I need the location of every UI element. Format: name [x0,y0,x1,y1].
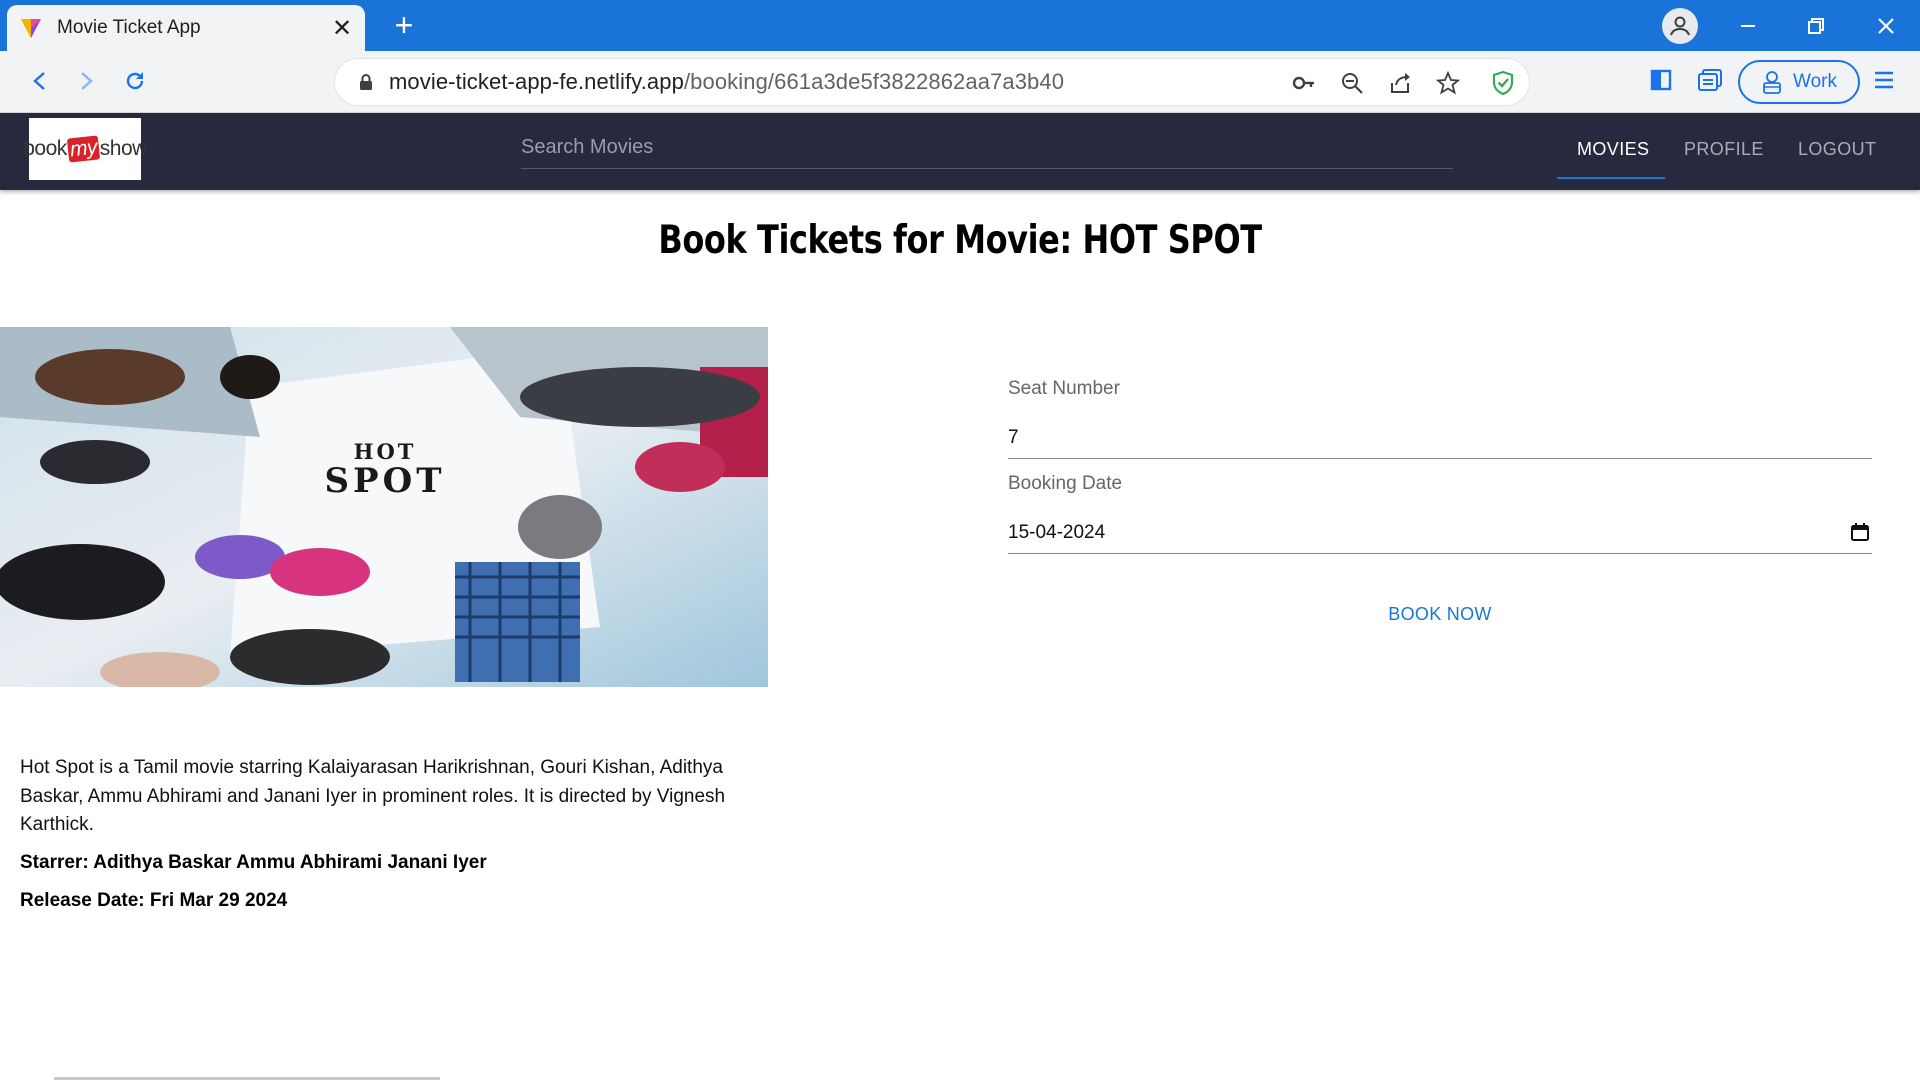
bookmark-star-icon[interactable] [1434,69,1462,97]
collections-icon[interactable] [1692,62,1728,98]
browser-tab[interactable]: Movie Ticket App ✕ [7,5,365,51]
key-icon[interactable] [1290,69,1318,97]
lock-icon [360,74,372,90]
active-nav-indicator [1557,177,1665,179]
shield-extension-icon[interactable] [1489,69,1517,97]
close-tab-icon[interactable]: ✕ [327,13,357,43]
work-profile-label: Work [1793,71,1837,92]
logo-text-my: my [66,135,100,163]
logo-text-show: show [99,137,148,160]
browser-menu-icon[interactable] [1866,62,1902,98]
page-title: Book Tickets for Movie: HOT SPOT [658,218,1262,263]
booking-date-input[interactable] [1008,521,1872,544]
tab-title: Movie Ticket App [57,17,201,38]
nav-movies[interactable]: MOVIES [1577,139,1649,160]
calendar-icon[interactable] [1850,522,1870,542]
work-profile-button[interactable]: Work [1738,60,1860,104]
booking-date-field [1008,512,1872,554]
browser-toolbar: movie-ticket-app-fe.netlify.app/booking/… [0,51,1920,113]
search-movies-input[interactable] [521,127,1453,168]
search-movies-field [521,127,1453,169]
seat-number-label: Seat Number [1008,378,1120,399]
browser-tab-strip: Movie Ticket App ✕ + [0,0,1920,51]
browser-profile-icon[interactable] [1662,8,1698,44]
booking-date-label: Booking Date [1008,473,1123,494]
book-now-button[interactable]: BOOK NOW [1370,598,1510,630]
app-favicon-icon [21,19,41,38]
new-tab-icon[interactable]: + [388,9,420,42]
minimize-icon[interactable] [1728,6,1768,46]
app-navbar: bookmyshow MOVIES PROFILE LOGOUT [0,113,1920,190]
nav-logout[interactable]: LOGOUT [1798,139,1876,160]
close-window-icon[interactable] [1866,6,1906,46]
movie-starrer: Starrer: Adithya Baskar Ammu Abhirami Ja… [20,852,487,873]
movie-release-date: Release Date: Fri Mar 29 2024 [20,890,288,911]
seat-number-input[interactable] [1008,426,1872,449]
forward-icon[interactable] [66,61,106,101]
logo-text-book: book [23,137,67,160]
movie-poster: HOT SPOT [0,327,768,687]
back-icon[interactable] [20,61,60,101]
sidebar-icon[interactable] [1643,62,1679,98]
movie-description: Hot Spot is a Tamil movie starring Kalai… [20,757,726,835]
restore-icon[interactable] [1796,6,1836,46]
bookmyshow-logo[interactable]: book my show [23,118,147,180]
reload-icon[interactable] [115,61,155,101]
seat-number-field [1008,417,1872,459]
zoom-out-icon[interactable] [1338,69,1366,97]
url-text: movie-ticket-app-fe.netlify.app/booking/… [389,69,1065,94]
poster-title-spot: SPOT [324,461,445,501]
briefcase-icon [1763,71,1781,94]
nav-profile[interactable]: PROFILE [1684,139,1764,160]
address-bar[interactable]: movie-ticket-app-fe.netlify.app/booking/… [334,58,1530,106]
share-icon[interactable] [1386,69,1414,97]
